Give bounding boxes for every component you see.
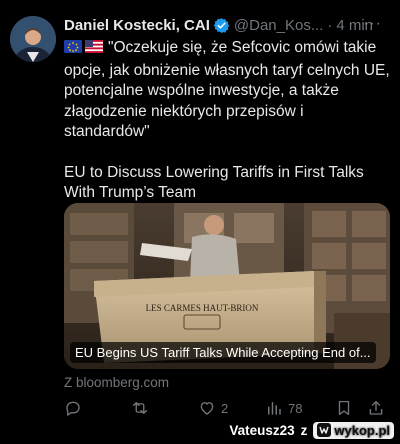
tweet-quote: "Oczekuje się, że Sefcovic omówi takie o… [64, 39, 390, 140]
link-card[interactable]: LES CARMES HAUT-BRION EU Begins US Tarif… [64, 203, 390, 369]
author-name[interactable]: Daniel Kostecki, CAI [64, 17, 210, 34]
tweet-headline: EU to Discuss Lowering Tariffs in First … [64, 163, 364, 202]
like-icon [200, 402, 214, 415]
card-title[interactable]: EU Begins US Tariff Talks While Acceptin… [70, 342, 376, 363]
bookmark-button[interactable] [335, 399, 367, 417]
separator: · [327, 16, 333, 34]
views-button[interactable]: 78 [265, 399, 335, 417]
avatar[interactable] [10, 16, 56, 62]
share-icon [369, 400, 383, 415]
eu-flag-icon [64, 40, 82, 53]
card-source[interactable]: Z bloomberg.com [64, 375, 169, 390]
action-bar: 2 78 [64, 397, 394, 419]
view-count: 78 [288, 400, 303, 416]
us-flag-icon [85, 40, 103, 53]
crate-label: LES CARMES HAUT-BRION [146, 303, 259, 313]
flags [64, 40, 104, 61]
watermark: Vateusz23 z wykop.pl [229, 418, 394, 442]
wykop-logo-text: wykop.pl [334, 422, 390, 438]
watermark-z: z [300, 422, 308, 438]
tweet[interactable]: Daniel Kostecki, CAI @Dan_Kos... · 4 min… [0, 0, 400, 444]
more-icon[interactable]: ··· [363, 15, 382, 33]
reply-button[interactable] [64, 399, 131, 417]
bookmark-icon [338, 400, 350, 416]
tweet-header: Daniel Kostecki, CAI @Dan_Kos... · 4 min… [64, 15, 390, 35]
share-button[interactable] [367, 399, 391, 417]
wykop-logo-icon [317, 423, 332, 437]
watermark-user: Vateusz23 [229, 422, 295, 438]
author-handle[interactable]: @Dan_Kos... [234, 17, 323, 34]
retweet-button[interactable] [131, 399, 198, 417]
wykop-logo: wykop.pl [313, 421, 394, 439]
tweet-text: "Oczekuje się, że Sefcovic omówi takie o… [64, 38, 390, 204]
like-count: 2 [221, 400, 229, 416]
reply-icon [66, 401, 80, 416]
views-icon [268, 402, 281, 415]
retweet-icon [132, 402, 148, 414]
verified-icon [213, 17, 230, 34]
like-button[interactable]: 2 [198, 399, 265, 417]
